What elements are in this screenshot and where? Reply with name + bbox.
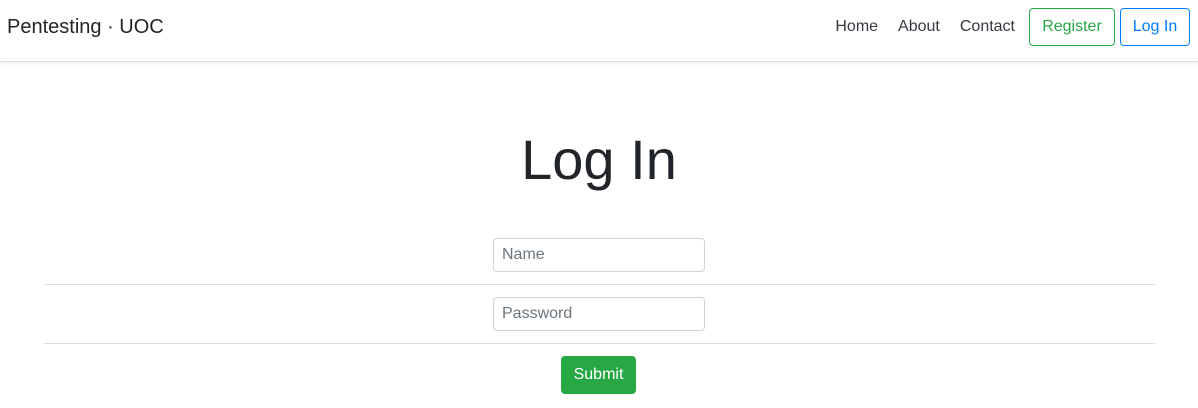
nav-about-link[interactable]: About — [898, 17, 940, 37]
submit-button[interactable]: Submit — [561, 356, 636, 394]
nav-home-link[interactable]: Home — [835, 17, 878, 37]
nav-links: Home About Contact — [835, 17, 1015, 37]
brand-link[interactable]: Pentesting · UOC — [7, 15, 164, 39]
register-button[interactable]: Register — [1029, 8, 1115, 46]
login-nav-button[interactable]: Log In — [1120, 8, 1190, 46]
nav-contact-link[interactable]: Contact — [960, 17, 1015, 37]
navbar: Pentesting · UOC Home About Contact Regi… — [0, 0, 1198, 62]
divider — [44, 343, 1155, 344]
name-input[interactable] — [493, 238, 705, 272]
page-title: Log In — [521, 128, 677, 191]
divider — [44, 284, 1155, 285]
password-input[interactable] — [493, 297, 705, 331]
